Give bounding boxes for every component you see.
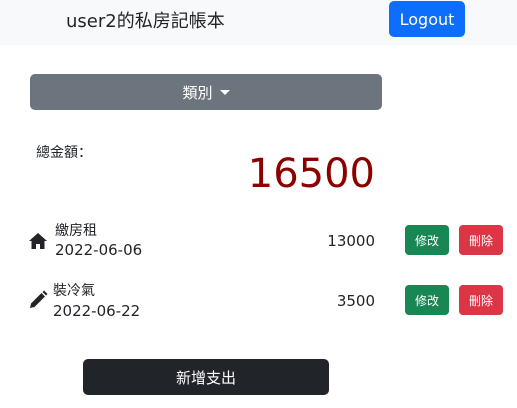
record-date: 2022-06-06 [55,241,143,259]
record-amount: 13000 [327,232,375,250]
delete-button[interactable]: 刪除 [459,225,503,255]
total-label: 總金額： [36,145,92,161]
pencil-icon [30,290,48,308]
record-item: 繳房租 2022-06-06 13000 修改 刪除 [0,219,517,263]
total-amount: 16500 [247,151,375,197]
record-name: 裝冷氣 [53,283,95,299]
logout-button[interactable]: Logout [389,1,465,37]
record-date: 2022-06-22 [53,302,141,320]
record-amount: 3500 [336,292,375,310]
category-label: 類別 [182,83,213,102]
edit-button[interactable]: 修改 [405,285,449,315]
app-title: user2的私房記帳本 [66,11,225,32]
delete-button[interactable]: 刪除 [459,285,503,315]
category-dropdown-button[interactable]: 類別 [30,74,382,110]
caret-down-icon [219,89,230,95]
add-expense-button[interactable]: 新增支出 [83,359,329,395]
record-item: 裝冷氣 2022-06-22 3500 修改 刪除 [0,280,517,324]
record-name: 繳房租 [55,223,97,239]
navbar: user2的私房記帳本 Logout [0,0,517,45]
edit-button[interactable]: 修改 [405,225,449,255]
home-icon [29,233,47,249]
